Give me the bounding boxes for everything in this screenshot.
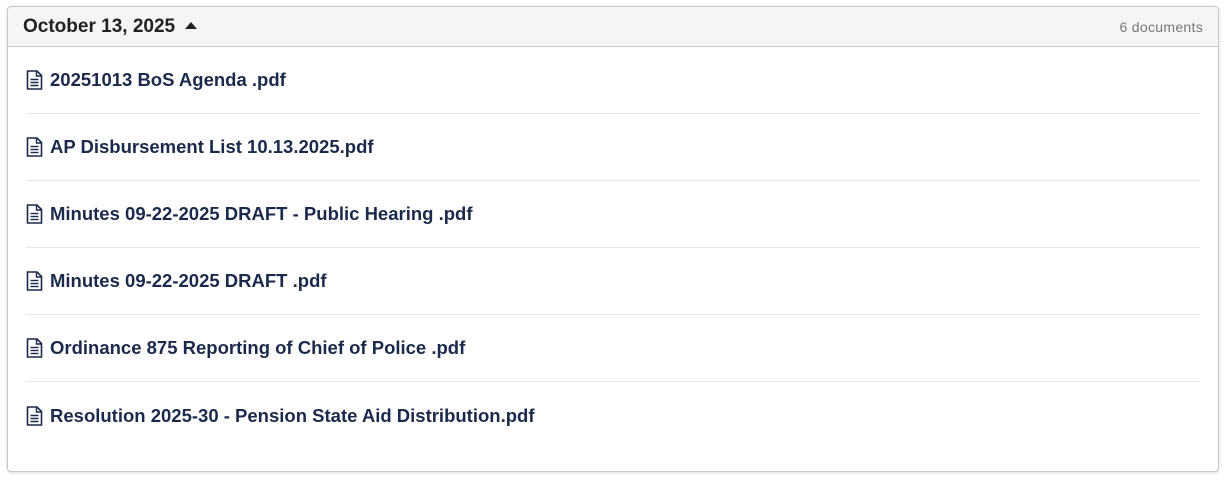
document-count: 6 documents — [1119, 18, 1203, 35]
list-item: Minutes 09-22-2025 DRAFT .pdf — [26, 248, 1200, 315]
document-icon — [26, 338, 43, 358]
list-item: AP Disbursement List 10.13.2025.pdf — [26, 114, 1200, 181]
document-icon — [26, 271, 43, 291]
list-item: 20251013 BoS Agenda .pdf — [26, 47, 1200, 114]
document-link[interactable]: Minutes 09-22-2025 DRAFT .pdf — [26, 270, 327, 292]
document-name[interactable]: Minutes 09-22-2025 DRAFT .pdf — [50, 270, 327, 292]
list-item: Minutes 09-22-2025 DRAFT - Public Hearin… — [26, 181, 1200, 248]
document-icon — [26, 405, 43, 426]
document-name[interactable]: Minutes 09-22-2025 DRAFT - Public Hearin… — [50, 203, 473, 225]
document-name[interactable]: Ordinance 875 Reporting of Chief of Poli… — [50, 337, 465, 359]
document-link[interactable]: AP Disbursement List 10.13.2025.pdf — [26, 136, 374, 158]
document-icon — [26, 70, 43, 90]
header-left: October 13, 2025 — [23, 15, 198, 38]
list-item: Ordinance 875 Reporting of Chief of Poli… — [26, 315, 1200, 382]
document-link[interactable]: Minutes 09-22-2025 DRAFT - Public Hearin… — [26, 203, 473, 225]
caret-up-icon[interactable] — [185, 21, 198, 29]
document-link[interactable]: Resolution 2025-30 - Pension State Aid D… — [26, 405, 534, 427]
document-link[interactable]: Ordinance 875 Reporting of Chief of Poli… — [26, 337, 465, 359]
document-name[interactable]: AP Disbursement List 10.13.2025.pdf — [50, 136, 374, 158]
document-name[interactable]: 20251013 BoS Agenda .pdf — [50, 69, 286, 91]
group-date-title: October 13, 2025 — [23, 15, 176, 37]
document-group-panel: October 13, 2025 6 documents 20251013 Bo… — [7, 6, 1219, 472]
document-name[interactable]: Resolution 2025-30 - Pension State Aid D… — [50, 405, 534, 427]
document-link[interactable]: 20251013 BoS Agenda .pdf — [26, 69, 286, 91]
document-icon — [26, 204, 43, 224]
document-group-header[interactable]: October 13, 2025 6 documents — [8, 7, 1218, 47]
document-icon — [26, 137, 43, 157]
list-item: Resolution 2025-30 - Pension State Aid D… — [26, 382, 1200, 449]
document-list: 20251013 BoS Agenda .pdf AP Disbursement… — [8, 47, 1218, 449]
